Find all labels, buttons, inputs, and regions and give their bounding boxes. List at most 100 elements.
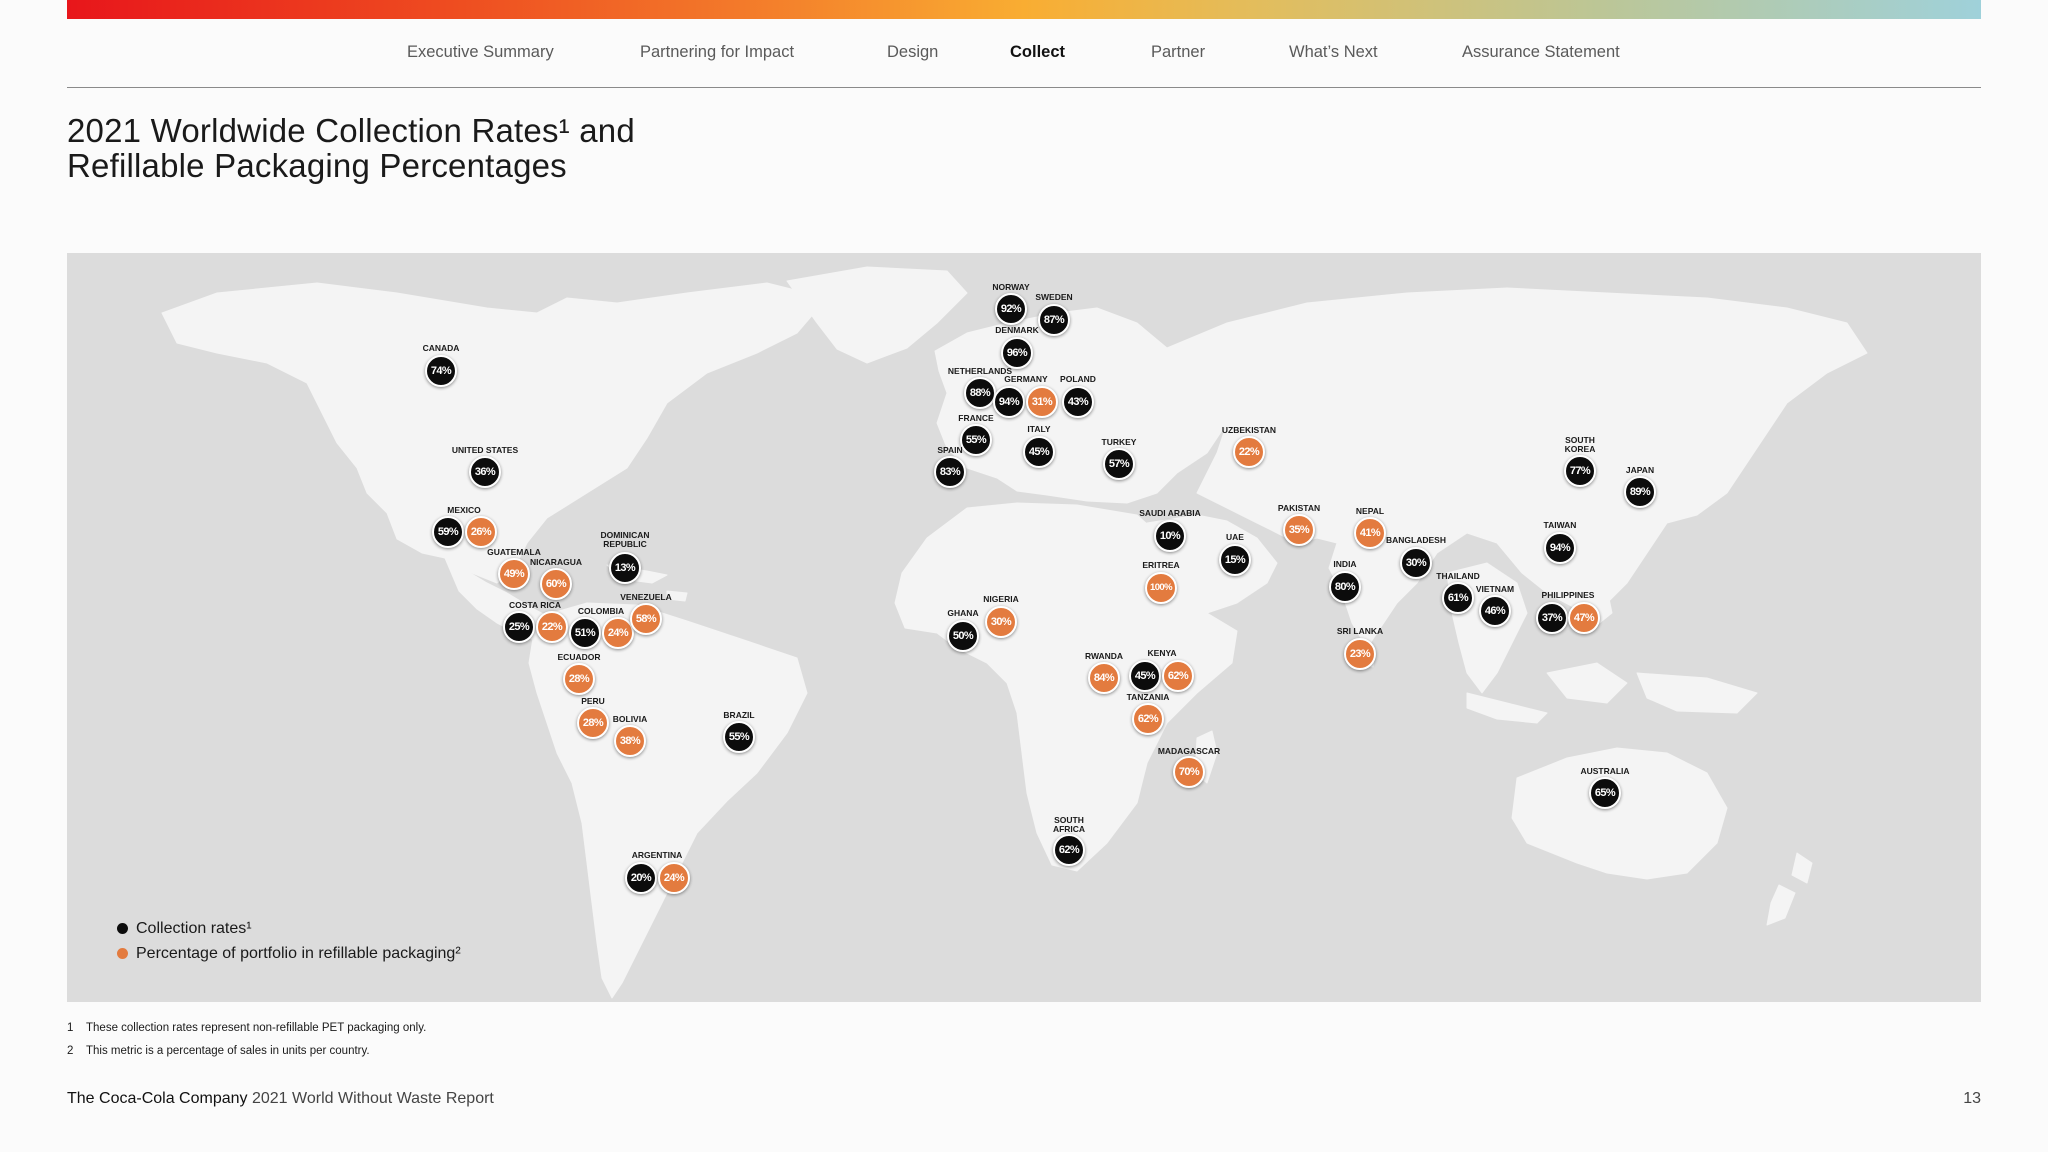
top-navigation: Executive Summary Partnering for Impact …: [67, 19, 1981, 88]
country-label-tanzania: TANZANIA: [1126, 692, 1170, 702]
country-label-poland: POLAND: [1060, 374, 1096, 384]
country-label-taiwan: TAIWAN: [1543, 520, 1577, 530]
country-label-japan: JAPAN: [1625, 465, 1655, 475]
country-label-pakistan: PAKISTAN: [1277, 503, 1321, 513]
footer-report: 2021 World Without Waste Report: [251, 1090, 494, 1107]
country-label-nigeria: NIGERIA: [983, 594, 1019, 604]
nav-collect[interactable]: Collect: [1010, 43, 1065, 62]
country-label-canada: CANADA: [422, 343, 460, 353]
collection-rate-saudi-arabia: 10%: [1154, 520, 1186, 552]
refillable-rate-nigeria: 30%: [985, 606, 1017, 638]
country-label-uae: UAE: [1226, 532, 1244, 542]
footnote-1-number: 1: [67, 1022, 74, 1034]
refillable-rate-philippines: 47%: [1568, 602, 1600, 634]
page-title-line-1: 2021 Worldwide Collection Rates¹ and: [67, 112, 635, 149]
nav-partnering-for-impact[interactable]: Partnering for Impact: [640, 43, 794, 62]
country-label-sri-lanka: SRI LANKA: [1336, 626, 1384, 636]
country-label-india: INDIA: [1333, 559, 1357, 569]
country-label-italy: ITALY: [1027, 424, 1051, 434]
collection-rate-kenya: 45%: [1129, 660, 1161, 692]
collection-rate-south-korea: 77%: [1564, 455, 1596, 487]
country-label-kenya: KENYA: [1147, 648, 1177, 658]
refillable-rate-costa-rica: 22%: [536, 611, 568, 643]
refillable-rate-tanzania: 62%: [1132, 703, 1164, 735]
collection-rate-united-states: 36%: [469, 456, 501, 488]
country-label-saudi-arabia: SAUDI ARABIA: [1139, 508, 1201, 518]
collection-rate-norway: 92%: [995, 293, 1027, 325]
country-label-denmark: DENMARK: [995, 325, 1039, 335]
collection-rate-turkey: 57%: [1103, 448, 1135, 480]
refillable-rate-guatemala: 49%: [498, 558, 530, 590]
country-label-uzbekistan: UZBEKISTAN: [1221, 425, 1277, 435]
country-label-costa-rica: COSTA RICA: [509, 600, 561, 610]
collection-rate-colombia: 51%: [569, 617, 601, 649]
country-label-philippines: PHILIPPINES: [1541, 590, 1595, 600]
refillable-rate-kenya: 62%: [1162, 660, 1194, 692]
nav-assurance-statement[interactable]: Assurance Statement: [1462, 43, 1620, 62]
collection-rate-poland: 43%: [1062, 386, 1094, 418]
country-label-netherlands: NETHERLANDS: [947, 366, 1013, 376]
country-label-madagascar: MADAGASCAR: [1157, 746, 1221, 756]
collection-rate-france: 55%: [960, 424, 992, 456]
legend-refillable-label: Percentage of portfolio in refillable pa…: [136, 944, 461, 962]
collection-rate-brazil: 55%: [723, 721, 755, 753]
refillable-rate-pakistan: 35%: [1283, 514, 1315, 546]
country-label-vietnam: VIETNAM: [1475, 584, 1515, 594]
legend-refillable-packaging: Percentage of portfolio in refillable pa…: [117, 941, 461, 966]
country-label-south-korea: SOUTH KOREA: [1564, 435, 1596, 454]
refillable-rate-nepal: 41%: [1354, 517, 1386, 549]
country-label-mexico: MEXICO: [447, 505, 481, 515]
collection-rate-dominican-republic: 13%: [609, 552, 641, 584]
refillable-rate-uzbekistan: 22%: [1233, 436, 1265, 468]
nav-whats-next[interactable]: What’s Next: [1289, 43, 1378, 62]
collection-rate-sweden: 87%: [1038, 304, 1070, 336]
country-label-rwanda: RWANDA: [1084, 651, 1124, 661]
country-label-dominican-republic: DOMINICAN REPUBLIC: [600, 530, 650, 549]
page-title-line-2: Refillable Packaging Percentages: [67, 147, 567, 184]
world-map: Collection rates¹ Percentage of portfoli…: [67, 253, 1981, 1002]
collection-rate-ghana: 50%: [947, 620, 979, 652]
footnote-2-text: This metric is a percentage of sales in …: [86, 1045, 370, 1057]
country-label-ghana: GHANA: [947, 608, 979, 618]
collection-rate-costa-rica: 25%: [503, 611, 535, 643]
country-label-spain: SPAIN: [937, 445, 963, 455]
collection-rate-vietnam: 46%: [1479, 595, 1511, 627]
collection-rate-mexico: 59%: [432, 516, 464, 548]
collection-rate-taiwan: 94%: [1544, 532, 1576, 564]
country-label-sweden: SWEDEN: [1035, 292, 1073, 302]
footer-brand: The Coca-Cola Company: [67, 1090, 248, 1107]
country-label-brazil: BRAZIL: [723, 710, 755, 720]
refillable-rate-venezuela: 58%: [630, 603, 662, 635]
collection-rate-india: 80%: [1329, 571, 1361, 603]
nav-partner[interactable]: Partner: [1151, 43, 1205, 62]
footnote-1: 1 These collection rates represent non-re…: [67, 1022, 426, 1034]
refillable-rate-madagascar: 70%: [1173, 756, 1205, 788]
refillable-rate-bolivia: 38%: [614, 725, 646, 757]
country-label-colombia: COLOMBIA: [577, 606, 625, 616]
refillable-rate-argentina: 24%: [658, 862, 690, 894]
refillable-swatch: [117, 948, 128, 959]
refillable-rate-germany: 31%: [1026, 386, 1058, 418]
map-legend: Collection rates¹ Percentage of portfoli…: [117, 916, 461, 966]
country-label-germany: GERMANY: [1004, 374, 1048, 384]
refillable-rate-sri-lanka: 23%: [1344, 638, 1376, 670]
country-label-france: FRANCE: [958, 413, 994, 423]
refillable-rate-colombia: 24%: [602, 617, 634, 649]
footnote-1-text: These collection rates represent non-ref…: [86, 1022, 427, 1034]
nav-design[interactable]: Design: [887, 43, 938, 62]
footnote-2-number: 2: [67, 1045, 74, 1057]
legend-collection-rates: Collection rates¹: [117, 916, 461, 941]
country-label-bolivia: BOLIVIA: [612, 714, 648, 724]
nav-executive-summary[interactable]: Executive Summary: [407, 43, 554, 62]
refillable-rate-nicaragua: 60%: [540, 568, 572, 600]
country-label-nicaragua: NICARAGUA: [530, 557, 582, 567]
collection-rate-uae: 15%: [1219, 544, 1251, 576]
refillable-rate-mexico: 26%: [465, 516, 497, 548]
collection-rate-netherlands: 88%: [964, 377, 996, 409]
collection-rate-denmark: 96%: [1001, 337, 1033, 369]
footer-report-title: The Coca-Cola Company 2021 World Without…: [67, 1090, 494, 1108]
country-label-norway: NORWAY: [992, 282, 1030, 292]
collection-rate-japan: 89%: [1624, 476, 1656, 508]
country-label-thailand: THAILAND: [1436, 571, 1480, 581]
footnote-2: 2 This metric is a percentage of sales in…: [67, 1045, 370, 1057]
